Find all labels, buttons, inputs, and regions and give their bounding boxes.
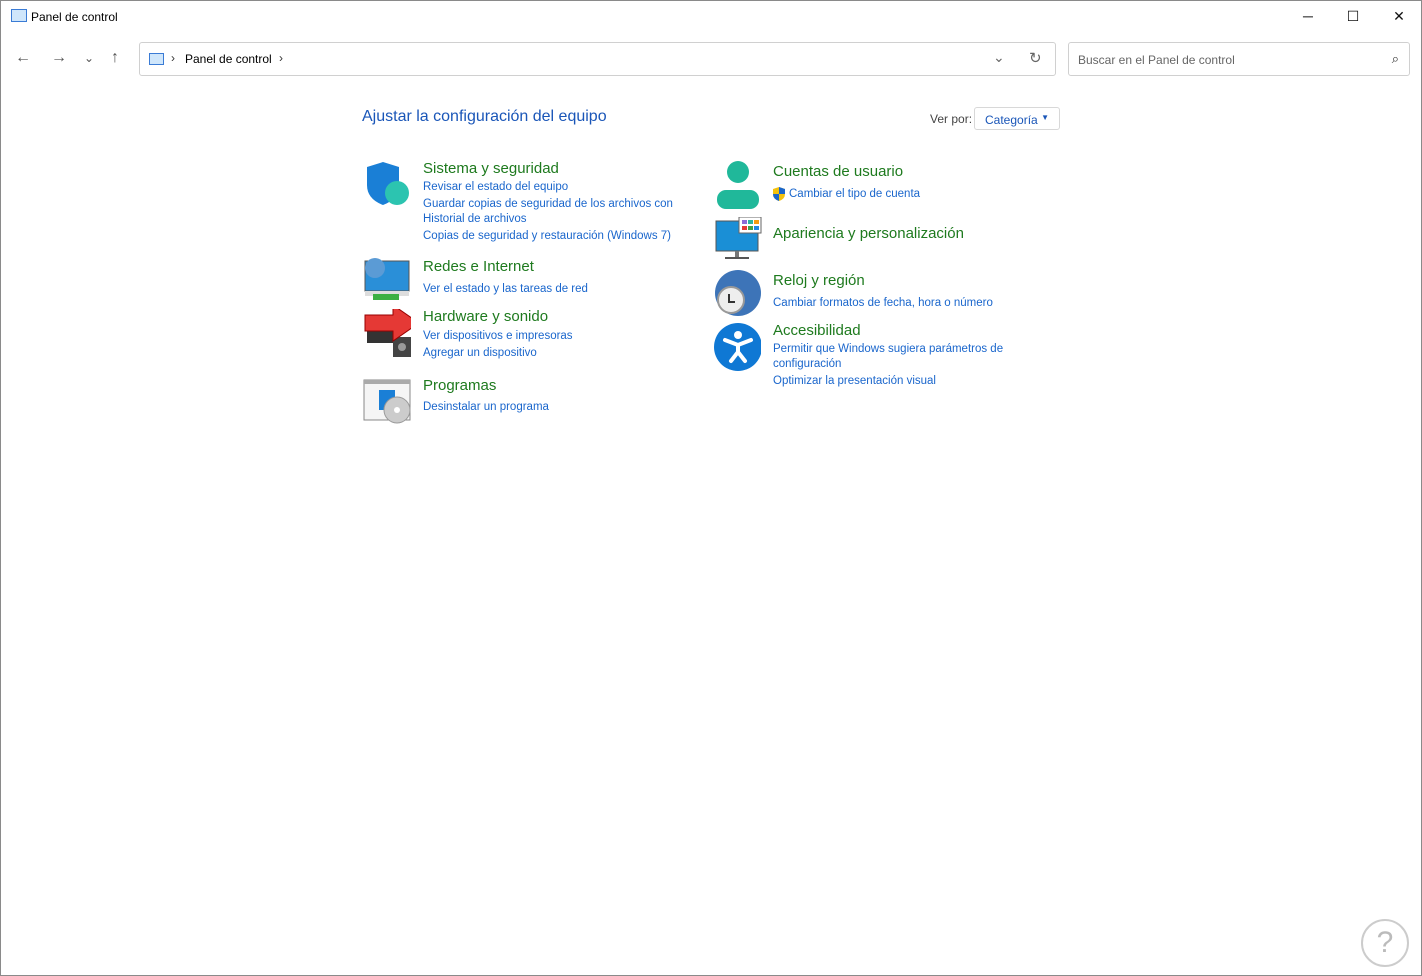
search-placeholder: Buscar en el Panel de control bbox=[1078, 53, 1235, 67]
forward-button[interactable]: → bbox=[51, 49, 67, 67]
link-windows-suggest-settings-2[interactable]: configuración bbox=[773, 356, 841, 372]
uac-shield-icon bbox=[773, 187, 785, 201]
chevron-right-icon[interactable]: › bbox=[171, 51, 175, 65]
link-check-status[interactable]: Revisar el estado del equipo bbox=[423, 179, 568, 195]
up-button[interactable]: ↑ bbox=[111, 49, 119, 67]
clock-globe-icon bbox=[715, 270, 761, 316]
window-title: Panel de control bbox=[31, 10, 118, 24]
shield-icon bbox=[367, 162, 409, 205]
view-by-dropdown[interactable]: Categoría ▼ bbox=[974, 107, 1060, 130]
category-title[interactable]: Redes e Internet bbox=[423, 258, 534, 275]
page-title: Ajustar la configuración del equipo bbox=[362, 108, 607, 125]
watermark-logo: ? bbox=[1361, 919, 1409, 967]
address-dropdown-button[interactable]: ⌄ bbox=[993, 49, 1005, 66]
programs-icon bbox=[363, 379, 411, 424]
user-icon bbox=[717, 161, 759, 209]
accessibility-icon bbox=[714, 323, 761, 371]
link-add-device[interactable]: Agregar un dispositivo bbox=[423, 345, 537, 361]
minimize-button[interactable]: ─ bbox=[1285, 1, 1331, 31]
monitor-icon bbox=[715, 217, 762, 259]
refresh-button[interactable]: ↻ bbox=[1029, 49, 1042, 67]
category-title[interactable]: Hardware y sonido bbox=[423, 308, 548, 325]
address-bar[interactable]: › Panel de control › ⌄ ↻ bbox=[139, 42, 1056, 76]
search-icon[interactable]: ⌕ bbox=[1392, 51, 1399, 67]
link-uninstall-program[interactable]: Desinstalar un programa bbox=[423, 399, 549, 415]
close-button[interactable]: ✕ bbox=[1376, 1, 1422, 31]
control-panel-icon bbox=[11, 9, 27, 22]
category-title[interactable]: Sistema y seguridad bbox=[423, 160, 559, 177]
title-bar: Panel de control ─ ☐ ✕ bbox=[1, 1, 1421, 33]
search-input[interactable]: Buscar en el Panel de control ⌕ bbox=[1068, 42, 1410, 76]
maximize-button[interactable]: ☐ bbox=[1330, 1, 1376, 31]
category-title[interactable]: Reloj y región bbox=[773, 272, 865, 289]
link-file-history-2[interactable]: Historial de archivos bbox=[423, 211, 527, 227]
back-button[interactable]: ← bbox=[15, 49, 31, 67]
chevron-right-icon[interactable]: › bbox=[279, 51, 283, 65]
recent-locations-button[interactable]: ⌄ bbox=[84, 51, 94, 65]
link-devices-printers[interactable]: Ver dispositivos e impresoras bbox=[423, 328, 573, 344]
view-by-label: Ver por: bbox=[930, 112, 973, 126]
caret-down-icon: ▼ bbox=[1041, 113, 1049, 122]
breadcrumb-control-panel[interactable]: Panel de control bbox=[185, 52, 272, 66]
link-backup-restore[interactable]: Copias de seguridad y restauración (Wind… bbox=[423, 228, 671, 244]
control-panel-icon bbox=[149, 53, 164, 65]
view-by-value: Categoría bbox=[985, 113, 1038, 127]
link-optimize-display[interactable]: Optimizar la presentación visual bbox=[773, 373, 936, 389]
category-title[interactable]: Cuentas de usuario bbox=[773, 163, 903, 180]
printer-speaker-icon bbox=[364, 309, 411, 357]
link-windows-suggest-settings[interactable]: Permitir que Windows sugiera parámetros … bbox=[773, 341, 1003, 357]
network-icon bbox=[364, 258, 410, 300]
link-change-date-formats[interactable]: Cambiar formatos de fecha, hora o número bbox=[773, 295, 993, 311]
link-change-account-type[interactable]: Cambiar el tipo de cuenta bbox=[789, 186, 920, 202]
category-title[interactable]: Programas bbox=[423, 377, 496, 394]
category-title[interactable]: Accesibilidad bbox=[773, 322, 861, 339]
link-network-status[interactable]: Ver el estado y las tareas de red bbox=[423, 281, 588, 297]
category-title[interactable]: Apariencia y personalización bbox=[773, 225, 964, 242]
link-file-history[interactable]: Guardar copias de seguridad de los archi… bbox=[423, 196, 673, 212]
